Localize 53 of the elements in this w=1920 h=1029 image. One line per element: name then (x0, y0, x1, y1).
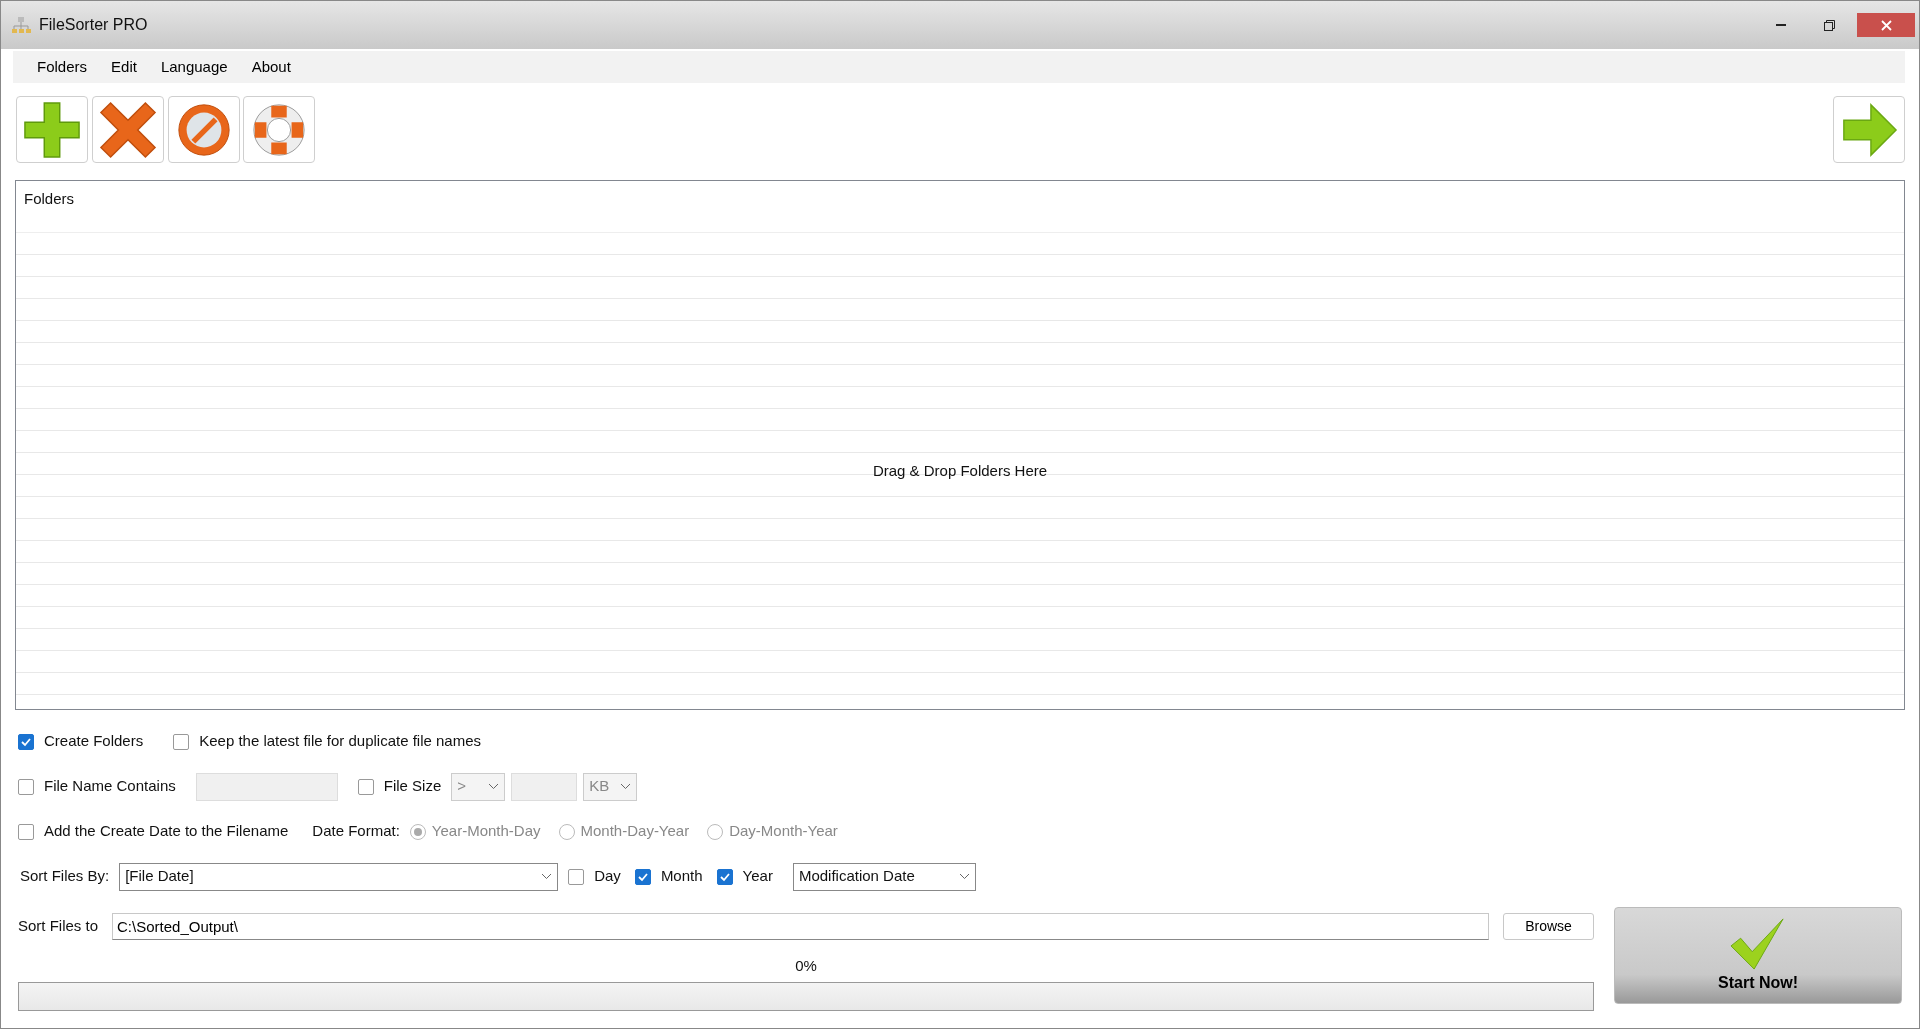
plus-icon (23, 100, 81, 159)
radio-label: Day-Month-Year (729, 821, 838, 842)
restore-icon (1823, 19, 1835, 31)
checkbox-label: Year (742, 866, 773, 887)
output-path-field[interactable]: C:\Sorted_Output\ (112, 912, 1489, 940)
menu-item[interactable]: About (239, 55, 303, 79)
checkbox[interactable] (18, 823, 34, 840)
checkbox-label: Month (660, 866, 703, 887)
radio-label: Month-Day-Year (580, 821, 690, 842)
sort-by-dropdown[interactable]: [File Date] (119, 862, 559, 891)
checkbox-label: Day (594, 866, 621, 887)
app-icon (11, 16, 31, 34)
checkbox[interactable] (568, 868, 585, 885)
start-button[interactable]: Start Now! (1614, 907, 1902, 1004)
drop-hint: Drag & Drop Folders Here (872, 460, 1048, 481)
checkbox[interactable] (173, 733, 190, 750)
toolbar-button[interactable] (243, 96, 316, 163)
chevron-down-icon (958, 873, 970, 880)
field-label: Sort Files to (18, 915, 99, 936)
chevron-down-icon (488, 783, 500, 790)
close-button[interactable] (1857, 13, 1915, 37)
folder-list[interactable]: Folders Drag & Drop Folders Here (15, 180, 1905, 710)
checkbox-label: File Name Contains (44, 776, 176, 797)
checkbox-label: Add the Create Date to the Filename (44, 821, 289, 842)
field-label: Date Format: (312, 821, 400, 842)
chevron-down-icon (541, 873, 553, 880)
checkbox-label: File Size (383, 776, 442, 797)
checkbox-label: Keep the latest file for duplicate file names (199, 731, 482, 752)
window-title: FileSorter PRO (39, 15, 149, 35)
progress-label: 0% (795, 957, 817, 974)
size-field[interactable] (511, 772, 578, 801)
right-arrow-icon (1840, 100, 1898, 159)
field-label: Sort Files By: (20, 866, 110, 887)
toolbar-button[interactable] (167, 96, 240, 163)
column-header: Folders (24, 190, 75, 207)
checkbox[interactable] (18, 733, 34, 750)
date-type-dropdown[interactable]: Modification Date (792, 862, 976, 891)
toolbar-button[interactable] (16, 96, 88, 163)
radio-label: Year-Month-Day (431, 821, 541, 842)
close-icon (98, 100, 157, 159)
close-icon (1880, 19, 1892, 31)
browse-button[interactable]: Browse (1503, 912, 1594, 940)
checkbox[interactable] (634, 868, 651, 885)
toolbar-button[interactable] (91, 96, 164, 163)
checkbox[interactable] (18, 778, 34, 795)
run-button[interactable] (1833, 96, 1905, 163)
menu-item[interactable]: Language (148, 55, 240, 79)
menu-item[interactable]: Folders (25, 55, 100, 79)
checkbox-label: Create Folders (44, 731, 144, 752)
minimize-icon (1776, 24, 1786, 26)
menu-item[interactable]: Edit (99, 55, 149, 79)
chevron-down-icon (620, 783, 632, 790)
checkbox[interactable] (716, 868, 733, 885)
